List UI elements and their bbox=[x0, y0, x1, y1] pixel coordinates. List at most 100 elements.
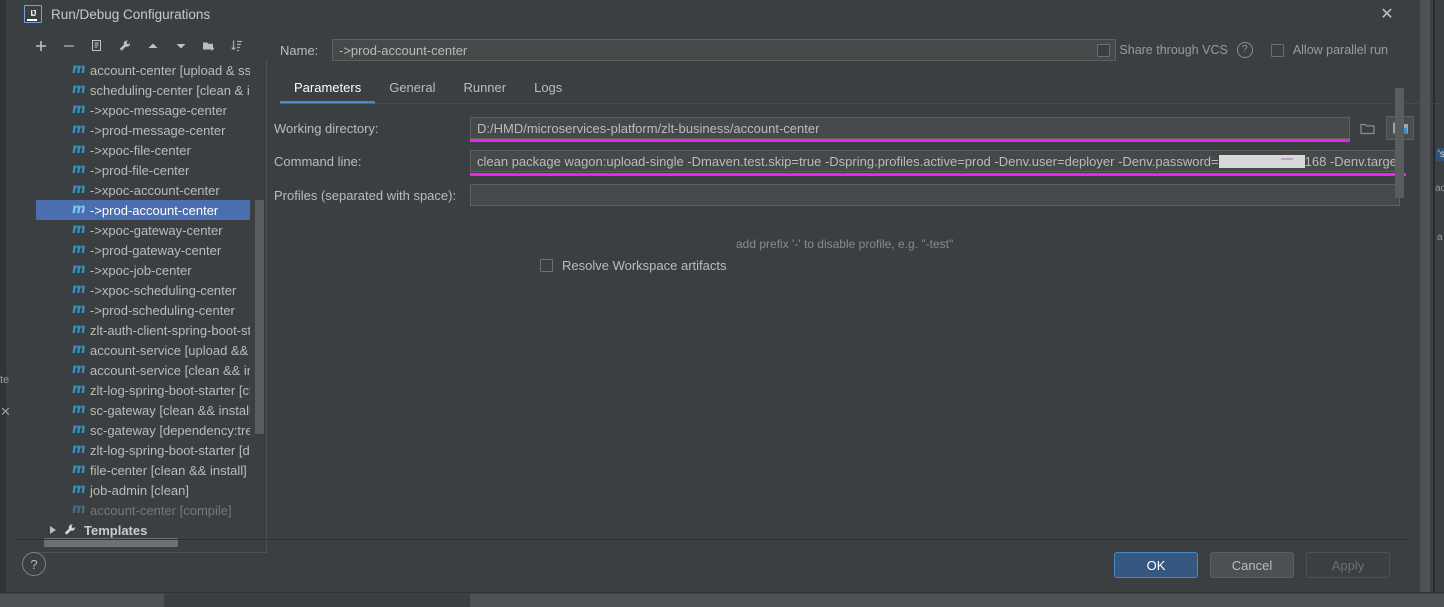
maven-icon: m bbox=[72, 182, 86, 197]
move-down-icon[interactable] bbox=[168, 34, 194, 58]
sidebar-item-11[interactable]: m ->xpoc-scheduling-center bbox=[36, 280, 250, 300]
sidebar-item-17[interactable]: m sc-gateway [clean && install] bbox=[36, 400, 250, 420]
dialog-actions: OK Cancel Apply bbox=[1114, 552, 1390, 578]
name-input[interactable]: ->prod-account-center bbox=[332, 39, 1116, 61]
redacted-password-block bbox=[1218, 155, 1305, 168]
sidebar-item-22[interactable]: m account-center [compile] bbox=[36, 500, 250, 520]
maven-icon: m bbox=[72, 242, 86, 257]
cancel-button[interactable]: Cancel bbox=[1210, 552, 1294, 578]
question-mark-icon[interactable]: ? bbox=[1236, 42, 1253, 58]
sidebar-item-14[interactable]: m account-service [upload && s bbox=[36, 340, 250, 360]
sidebar-item-3[interactable]: m ->prod-message-center bbox=[36, 120, 250, 140]
tab-logs[interactable]: Logs bbox=[520, 74, 576, 104]
sidebar-item-label: ->prod-file-center bbox=[90, 162, 190, 178]
dialog-titlebar: IJ Run/Debug Configurations ✕ bbox=[14, 0, 1410, 28]
remove-icon[interactable] bbox=[56, 34, 82, 58]
folder-browse-icon[interactable] bbox=[1354, 117, 1380, 139]
share-through-vcs-checkbox[interactable] bbox=[1097, 43, 1111, 57]
configurations-list[interactable]: m account-center [upload & sshe m schedulin… bbox=[36, 60, 250, 538]
share-through-vcs-label: Share through VCS bbox=[1119, 43, 1228, 57]
sidebar-item-label: account-center [upload & sshe bbox=[90, 62, 250, 78]
copy-configuration-icon[interactable] bbox=[84, 34, 110, 58]
close-icon[interactable]: ✕ bbox=[1364, 0, 1410, 28]
maven-icon: m bbox=[72, 482, 86, 497]
sidebar-item-0[interactable]: m account-center [upload & sshe bbox=[36, 60, 250, 80]
sidebar-item-1[interactable]: m scheduling-center [clean & ins bbox=[36, 80, 250, 100]
sidebar-item-label: zlt-auth-client-spring-boot-sta bbox=[90, 322, 250, 338]
wrench-icon bbox=[64, 524, 76, 535]
resolve-workspace-artifacts-label: Resolve Workspace artifacts bbox=[562, 258, 727, 273]
sidebar-item-7[interactable]: m ->prod-account-center bbox=[36, 200, 250, 220]
sidebar-item-label: ->prod-scheduling-center bbox=[90, 302, 235, 318]
sidebar-item-2[interactable]: m ->xpoc-message-center bbox=[36, 100, 250, 120]
command-line-input[interactable]: clean package wagon:upload-single -Dmave… bbox=[470, 150, 1400, 172]
maven-icon: m bbox=[72, 422, 86, 437]
dialog-button-bar: ? OK Cancel Apply bbox=[14, 539, 1410, 592]
command-line-annotation-underline bbox=[470, 173, 1406, 176]
logo-text: IJ bbox=[30, 9, 37, 18]
sidebar-item-10[interactable]: m ->xpoc-job-center bbox=[36, 260, 250, 280]
editor-vertical-scroll-thumb[interactable] bbox=[1395, 88, 1404, 198]
tab-general[interactable]: General bbox=[375, 74, 449, 104]
ide-bg-right-glyph-2: a bbox=[1437, 232, 1443, 243]
tab-runner[interactable]: Runner bbox=[449, 74, 520, 104]
maven-icon: m bbox=[72, 362, 86, 377]
sidebar-item-label: ->prod-message-center bbox=[90, 122, 226, 138]
new-folder-icon[interactable] bbox=[196, 34, 222, 58]
sidebar-item-20[interactable]: m file-center [clean && install] bbox=[36, 460, 250, 480]
ide-status-segment-left bbox=[0, 594, 164, 607]
ide-right-scrollbar[interactable] bbox=[1420, 0, 1430, 606]
list-vertical-scroll-thumb[interactable] bbox=[255, 200, 264, 434]
working-directory-label: Working directory: bbox=[274, 120, 379, 136]
configurations-list-panel: m account-center [upload & sshe m schedulin… bbox=[36, 60, 267, 553]
add-icon[interactable] bbox=[28, 34, 54, 58]
ide-status-bar bbox=[0, 592, 1444, 607]
sidebar-item-6[interactable]: m ->xpoc-account-center bbox=[36, 180, 250, 200]
maven-icon: m bbox=[72, 62, 86, 77]
sidebar-item-label: zlt-log-spring-boot-starter [de bbox=[90, 442, 250, 458]
sidebar-item-9[interactable]: m ->prod-gateway-center bbox=[36, 240, 250, 260]
sidebar-item-12[interactable]: m ->prod-scheduling-center bbox=[36, 300, 250, 320]
maven-icon: m bbox=[72, 162, 86, 177]
help-button[interactable]: ? bbox=[22, 552, 46, 576]
sidebar-item-5[interactable]: m ->prod-file-center bbox=[36, 160, 250, 180]
profiles-input[interactable] bbox=[470, 184, 1400, 206]
allow-parallel-run-label: Allow parallel run bbox=[1292, 43, 1388, 57]
command-line-text-after: 168 -Denv.targetip bbox=[1304, 154, 1399, 169]
apply-button[interactable]: Apply bbox=[1306, 552, 1390, 578]
sidebar-item-label: ->xpoc-file-center bbox=[90, 142, 191, 158]
sidebar-item-18[interactable]: m sc-gateway [dependency:tree] bbox=[36, 420, 250, 440]
maven-icon: m bbox=[72, 102, 86, 117]
ide-right-divider bbox=[1433, 0, 1435, 606]
sidebar-item-label: account-service [upload && s bbox=[90, 342, 250, 358]
sort-configurations-icon[interactable] bbox=[224, 34, 250, 58]
ide-bg-right-glyph-1: ac bbox=[1435, 183, 1444, 194]
allow-parallel-run-checkbox[interactable] bbox=[1270, 43, 1284, 57]
ide-bg-left-glyph-0: te bbox=[0, 374, 10, 386]
sidebar-item-8[interactable]: m ->xpoc-gateway-center bbox=[36, 220, 250, 240]
maven-icon: m bbox=[72, 142, 86, 157]
command-line-label: Command line: bbox=[274, 153, 362, 169]
run-debug-configurations-dialog: IJ Run/Debug Configurations ✕ m account-c… bbox=[14, 0, 1440, 592]
list-vertical-scrollbar[interactable] bbox=[255, 62, 264, 536]
sidebar-item-15[interactable]: m account-service [clean && inst bbox=[36, 360, 250, 380]
sidebar-item-label: ->xpoc-message-center bbox=[90, 102, 227, 118]
configuration-editor-pane: Name: ->prod-account-center Share throug… bbox=[266, 28, 1440, 592]
resolve-workspace-artifacts-checkbox[interactable] bbox=[540, 259, 553, 272]
sidebar-item-16[interactable]: m zlt-log-spring-boot-starter [cl bbox=[36, 380, 250, 400]
tab-parameters[interactable]: Parameters bbox=[280, 74, 376, 104]
chevron-right-icon[interactable] bbox=[50, 526, 56, 534]
ok-button[interactable]: OK bbox=[1114, 552, 1198, 578]
sidebar-templates-node[interactable]: Templates bbox=[36, 520, 250, 538]
ide-right-strip: 's ac a bbox=[1410, 0, 1444, 606]
move-up-icon[interactable] bbox=[140, 34, 166, 58]
editor-vertical-scrollbar[interactable] bbox=[1395, 88, 1404, 558]
edit-templates-icon[interactable] bbox=[112, 34, 138, 58]
working-directory-input[interactable]: D:/HMD/microservices-platform/zlt-busine… bbox=[470, 117, 1350, 139]
sidebar-item-4[interactable]: m ->xpoc-file-center bbox=[36, 140, 250, 160]
sidebar-item-19[interactable]: m zlt-log-spring-boot-starter [de bbox=[36, 440, 250, 460]
sidebar-item-label: job-admin [clean] bbox=[90, 482, 189, 498]
sidebar-item-21[interactable]: m job-admin [clean] bbox=[36, 480, 250, 500]
sidebar-item-label: ->xpoc-gateway-center bbox=[90, 222, 223, 238]
sidebar-item-13[interactable]: m zlt-auth-client-spring-boot-sta bbox=[36, 320, 250, 340]
